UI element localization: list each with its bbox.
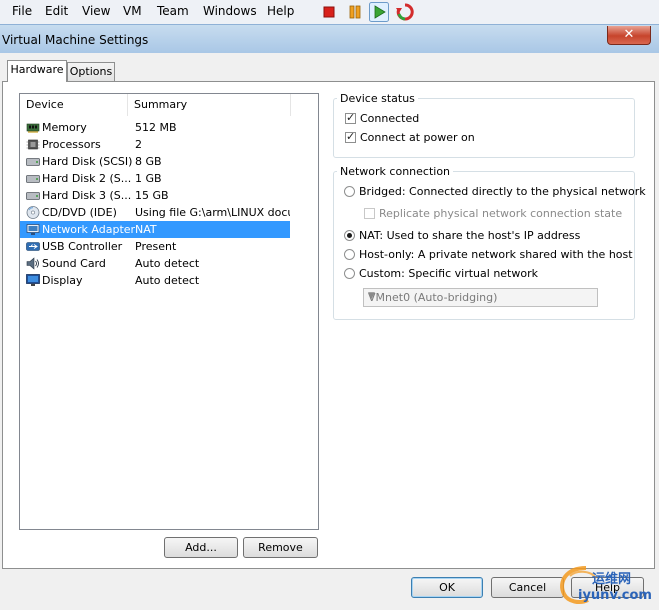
device-summary: 512 MB [135,121,177,134]
device-name: Sound Card [42,257,106,270]
tab-options[interactable]: Options [67,62,115,81]
network-connection-legend: Network connection [337,165,454,178]
device-name: CD/DVD (IDE) [42,206,117,219]
device-row-usb-controller[interactable]: USB Controller Present [20,238,290,255]
nat-label[interactable]: NAT: Used to share the host's IP address [359,229,580,242]
cd-dvd-icon [26,206,40,219]
bridged-radio[interactable] [344,186,355,197]
device-row-hard-disk-2[interactable]: Hard Disk 2 (S... 1 GB [20,170,290,187]
menu-team[interactable]: Team [157,4,189,18]
stop-icon[interactable] [319,2,339,22]
add-device-button[interactable]: Add... [164,537,238,558]
device-summary: Present [135,240,177,253]
device-summary: Auto detect [135,274,200,287]
memory-icon [26,123,40,133]
window-title: Virtual Machine Settings [2,33,149,47]
device-row-memory[interactable]: Memory 512 MB [20,119,290,136]
replicate-state-checkbox[interactable] [364,208,375,219]
hard-disk-icon [26,175,40,183]
host-only-label[interactable]: Host-only: A private network shared with… [359,248,633,261]
device-summary: Auto detect [135,257,200,270]
device-row-display[interactable]: Display Auto detect [20,272,290,289]
menubar: File Edit View VM Team Windows Help [0,0,659,25]
device-summary: 1 GB [135,172,162,185]
device-status-group [333,98,635,158]
device-name: Hard Disk 2 (S... [42,172,132,185]
device-name: Display [42,274,83,287]
host-only-radio[interactable] [344,249,355,260]
ok-button[interactable]: OK [411,577,483,598]
device-summary: NAT [135,223,157,236]
device-name: Hard Disk 3 (S... [42,189,132,202]
watermark: 运维网 iyunv.com [556,562,656,606]
watermark-url-text: iyunv.com [578,588,652,603]
device-status-legend: Device status [337,92,418,105]
display-icon [26,274,40,286]
device-row-sound-card[interactable]: Sound Card Auto detect [20,255,290,272]
connected-checkbox[interactable] [345,111,356,124]
vmnet-select[interactable]: VMnet0 (Auto-bridging) ▼ [363,288,598,307]
bridged-label[interactable]: Bridged: Connected directly to the physi… [359,185,646,198]
nat-radio[interactable] [344,230,355,241]
window-titlebar: Virtual Machine Settings ✕ [0,24,659,54]
column-header-device[interactable]: Device [20,94,128,116]
hard-disk-icon [26,158,40,166]
chevron-down-icon: ▼ [368,291,375,301]
processor-icon [26,139,40,150]
menu-help[interactable]: Help [267,4,294,18]
menu-edit[interactable]: Edit [45,4,68,18]
usb-icon [26,242,40,251]
device-summary: 15 GB [135,189,169,202]
cancel-button[interactable]: Cancel [491,577,564,598]
pause-icon[interactable] [345,2,365,22]
device-name: Network Adapter [42,223,136,236]
device-summary: Using file G:\arm\LINUX docu... [135,206,290,219]
device-row-hard-disk-3[interactable]: Hard Disk 3 (S... 15 GB [20,187,290,204]
connected-label[interactable]: Connected [360,112,419,125]
close-button[interactable]: ✕ [607,26,651,45]
device-name: Hard Disk (SCSI) [42,155,133,168]
play-icon[interactable] [369,2,389,22]
device-summary: 2 [135,138,142,151]
custom-radio[interactable] [344,268,355,279]
device-summary: 8 GB [135,155,162,168]
device-row-cd-dvd[interactable]: CD/DVD (IDE) Using file G:\arm\LINUX doc… [20,204,290,221]
device-name: Processors [42,138,101,151]
menu-file[interactable]: File [12,4,32,18]
menu-vm[interactable]: VM [123,4,142,18]
reset-icon[interactable] [395,2,415,22]
watermark-cn-text: 运维网 [592,572,632,587]
tab-hardware[interactable]: Hardware [7,60,67,82]
device-row-hard-disk-scsi[interactable]: Hard Disk (SCSI) 8 GB [20,153,290,170]
device-name: Memory [42,121,87,134]
device-list[interactable]: Device Summary Memory 512 MB Processors … [19,93,319,530]
network-adapter-icon [26,224,40,235]
device-row-processors[interactable]: Processors 2 [20,136,290,153]
sound-card-icon [26,257,39,270]
remove-device-button[interactable]: Remove [243,537,318,558]
device-row-network-adapter[interactable]: Network Adapter NAT [20,221,290,238]
menu-windows[interactable]: Windows [203,4,257,18]
custom-label[interactable]: Custom: Specific virtual network [359,267,538,280]
connect-at-power-on-checkbox[interactable] [345,130,356,143]
hard-disk-icon [26,192,40,200]
device-name: USB Controller [42,240,123,253]
menu-view[interactable]: View [82,4,110,18]
close-icon: ✕ [623,27,635,42]
column-header-summary[interactable]: Summary [128,94,291,116]
replicate-state-label[interactable]: Replicate physical network connection st… [379,207,622,220]
connect-at-power-on-label[interactable]: Connect at power on [360,131,475,144]
